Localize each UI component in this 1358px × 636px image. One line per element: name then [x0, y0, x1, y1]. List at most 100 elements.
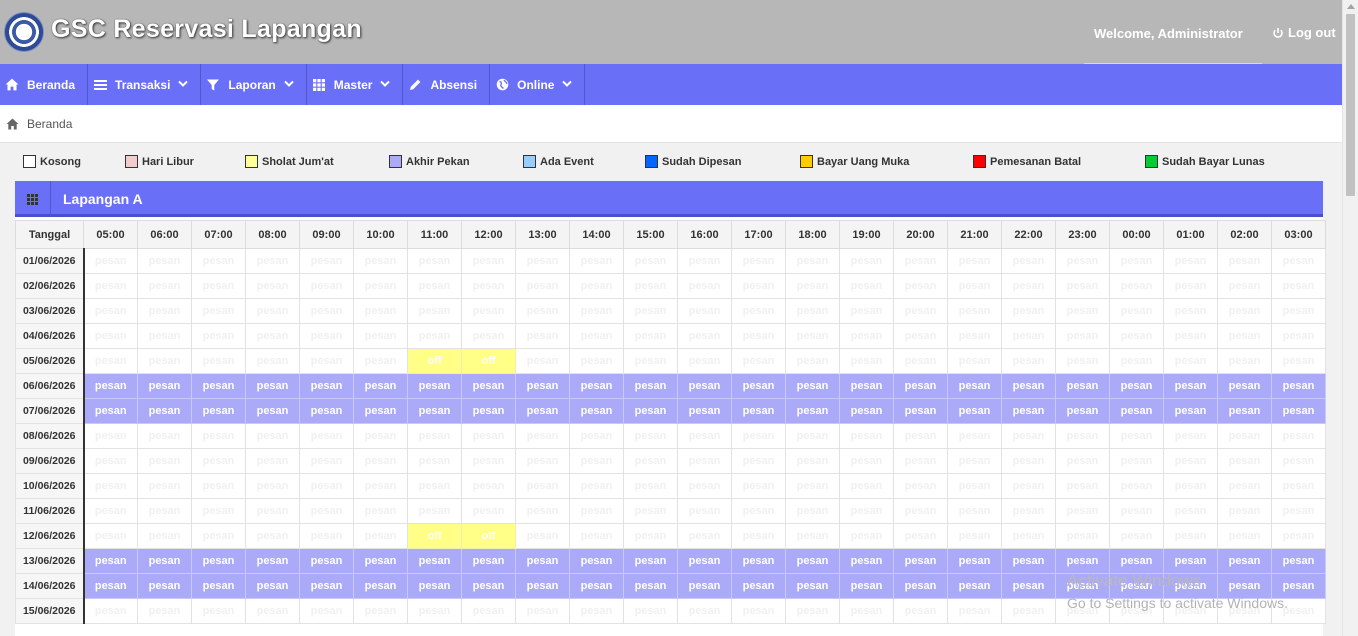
slot-cell-pesan[interactable]: pesan [1001, 273, 1056, 299]
slot-cell-pesan[interactable]: pesan [245, 323, 300, 349]
slot-cell-pesan[interactable]: pesan [1055, 598, 1110, 624]
slot-cell-pesan[interactable]: pesan [191, 298, 246, 324]
slot-cell-pesan[interactable]: pesan [137, 548, 192, 574]
slot-cell-pesan[interactable]: pesan [623, 323, 678, 349]
slot-cell-pesan[interactable]: pesan [731, 373, 786, 399]
slot-cell-pesan[interactable]: pesan [245, 348, 300, 374]
slot-cell-pesan[interactable]: pesan [785, 548, 840, 574]
slot-cell-pesan[interactable]: pesan [1109, 373, 1164, 399]
slot-cell-pesan[interactable]: pesan [407, 448, 462, 474]
slot-cell-pesan[interactable]: pesan [191, 498, 246, 524]
slot-cell-pesan[interactable]: pesan [893, 548, 948, 574]
slot-cell-pesan[interactable]: pesan [191, 323, 246, 349]
slot-cell-pesan[interactable]: pesan [83, 448, 138, 474]
slot-cell-pesan[interactable]: pesan [299, 398, 354, 424]
slot-cell-pesan[interactable]: pesan [1271, 298, 1326, 324]
slot-cell-pesan[interactable]: pesan [623, 548, 678, 574]
slot-cell-pesan[interactable]: pesan [1001, 498, 1056, 524]
slot-cell-pesan[interactable]: pesan [1217, 548, 1272, 574]
slot-cell-pesan[interactable]: pesan [947, 573, 1002, 599]
slot-cell-pesan[interactable]: pesan [947, 373, 1002, 399]
slot-cell-pesan[interactable]: pesan [1271, 348, 1326, 374]
slot-cell-pesan[interactable]: pesan [1163, 248, 1218, 274]
slot-cell-pesan[interactable]: pesan [1109, 423, 1164, 449]
slot-cell-pesan[interactable]: pesan [83, 398, 138, 424]
slot-cell-pesan[interactable]: pesan [407, 573, 462, 599]
slot-cell-pesan[interactable]: pesan [947, 548, 1002, 574]
slot-cell-pesan[interactable]: pesan [839, 323, 894, 349]
slot-cell-pesan[interactable]: pesan [353, 273, 408, 299]
slot-cell-pesan[interactable]: pesan [623, 573, 678, 599]
slot-cell-pesan[interactable]: pesan [191, 273, 246, 299]
slot-cell-pesan[interactable]: pesan [461, 548, 516, 574]
slot-cell-pesan[interactable]: pesan [1055, 423, 1110, 449]
slot-cell-pesan[interactable]: pesan [191, 523, 246, 549]
slot-cell-pesan[interactable]: pesan [1163, 473, 1218, 499]
slot-cell-pesan[interactable]: pesan [569, 473, 624, 499]
slot-cell-pesan[interactable]: pesan [947, 273, 1002, 299]
nav-item-online[interactable]: Online [490, 64, 586, 105]
slot-cell-pesan[interactable]: pesan [1217, 523, 1272, 549]
slot-cell-pesan[interactable]: pesan [677, 548, 732, 574]
slot-cell-pesan[interactable]: pesan [461, 248, 516, 274]
slot-cell-pesan[interactable]: pesan [623, 373, 678, 399]
slot-cell-pesan[interactable]: pesan [299, 298, 354, 324]
slot-cell-pesan[interactable]: pesan [677, 373, 732, 399]
slot-cell-pesan[interactable]: pesan [191, 348, 246, 374]
slot-cell-pesan[interactable]: pesan [515, 473, 570, 499]
slot-cell-pesan[interactable]: pesan [1163, 273, 1218, 299]
slot-cell-pesan[interactable]: pesan [677, 398, 732, 424]
slot-cell-pesan[interactable]: pesan [461, 573, 516, 599]
slot-cell-pesan[interactable]: pesan [461, 323, 516, 349]
slot-cell-pesan[interactable]: pesan [461, 473, 516, 499]
slot-cell-pesan[interactable]: pesan [677, 448, 732, 474]
slot-cell-pesan[interactable]: pesan [569, 323, 624, 349]
slot-cell-pesan[interactable]: pesan [1217, 498, 1272, 524]
slot-cell-pesan[interactable]: pesan [83, 473, 138, 499]
slot-cell-pesan[interactable]: pesan [623, 273, 678, 299]
slot-cell-pesan[interactable]: pesan [407, 423, 462, 449]
slot-cell-pesan[interactable]: pesan [893, 473, 948, 499]
slot-cell-pesan[interactable]: pesan [839, 298, 894, 324]
slot-cell-pesan[interactable]: pesan [191, 398, 246, 424]
slot-cell-pesan[interactable]: pesan [245, 448, 300, 474]
slot-cell-pesan[interactable]: pesan [1271, 273, 1326, 299]
slot-cell-pesan[interactable]: pesan [731, 298, 786, 324]
slot-cell-pesan[interactable]: pesan [785, 298, 840, 324]
slot-cell-pesan[interactable]: pesan [893, 523, 948, 549]
slot-cell-pesan[interactable]: pesan [407, 298, 462, 324]
slot-cell-pesan[interactable]: pesan [731, 498, 786, 524]
slot-cell-pesan[interactable]: pesan [1271, 573, 1326, 599]
slot-cell-pesan[interactable]: pesan [1055, 273, 1110, 299]
slot-cell-pesan[interactable]: pesan [1055, 548, 1110, 574]
slot-cell-pesan[interactable]: pesan [1271, 523, 1326, 549]
slot-cell-pesan[interactable]: pesan [299, 473, 354, 499]
slot-cell-pesan[interactable]: pesan [677, 473, 732, 499]
slot-cell-pesan[interactable]: pesan [893, 423, 948, 449]
slot-cell-pesan[interactable]: pesan [461, 373, 516, 399]
slot-cell-pesan[interactable]: pesan [623, 598, 678, 624]
slot-cell-pesan[interactable]: pesan [515, 298, 570, 324]
slot-cell-pesan[interactable]: pesan [785, 573, 840, 599]
slot-cell-pesan[interactable]: pesan [137, 348, 192, 374]
slot-cell-pesan[interactable]: pesan [839, 573, 894, 599]
slot-cell-pesan[interactable]: pesan [623, 398, 678, 424]
slot-cell-pesan[interactable]: pesan [83, 348, 138, 374]
slot-cell-pesan[interactable]: pesan [1217, 398, 1272, 424]
slot-cell-pesan[interactable]: pesan [299, 323, 354, 349]
slot-cell-pesan[interactable]: pesan [245, 398, 300, 424]
slot-cell-pesan[interactable]: pesan [785, 448, 840, 474]
slot-cell-pesan[interactable]: pesan [1163, 498, 1218, 524]
slot-cell-pesan[interactable]: pesan [677, 323, 732, 349]
slot-cell-pesan[interactable]: pesan [1055, 448, 1110, 474]
slot-cell-pesan[interactable]: pesan [569, 423, 624, 449]
slot-cell-pesan[interactable]: pesan [785, 348, 840, 374]
slot-cell-pesan[interactable]: pesan [785, 473, 840, 499]
slot-cell-pesan[interactable]: pesan [1271, 398, 1326, 424]
slot-cell-pesan[interactable]: pesan [1109, 348, 1164, 374]
slot-cell-pesan[interactable]: pesan [1271, 548, 1326, 574]
slot-cell-pesan[interactable]: pesan [677, 273, 732, 299]
slot-cell-pesan[interactable]: pesan [731, 573, 786, 599]
slot-cell-pesan[interactable]: pesan [1163, 323, 1218, 349]
slot-cell-pesan[interactable]: pesan [677, 598, 732, 624]
